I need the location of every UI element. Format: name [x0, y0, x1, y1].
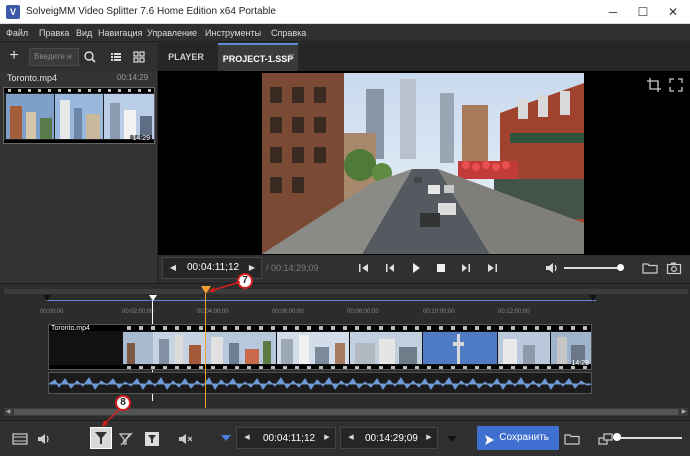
tick-label: 00:10:00;00: [423, 309, 455, 315]
app-logo-icon: V: [6, 5, 20, 19]
selection-end-next-button[interactable]: ▶: [421, 428, 437, 448]
track-file-name: Toronto.mp4: [51, 325, 90, 332]
time-prev-button[interactable]: ◀: [163, 258, 183, 278]
current-time-input[interactable]: 00:04:11;12: [187, 262, 239, 273]
timeline-panel: 00:00:00 00:02:00;00 00:04:00;00 00:06:0…: [0, 283, 690, 420]
menu-help[interactable]: Справка: [271, 28, 306, 38]
selection-end-box: ◀ 00:14:29;09 ▶: [340, 427, 438, 449]
mute-icon[interactable]: [176, 429, 196, 449]
close-button[interactable]: ✕: [658, 0, 688, 24]
callout-arrow-8: [102, 409, 120, 427]
stop-icon[interactable]: [433, 261, 449, 275]
file-thumbnail[interactable]: 14:29: [3, 87, 155, 144]
marker-dark-icon[interactable]: [442, 429, 462, 449]
video-track[interactable]: Toronto.mp4 14:29: [48, 324, 592, 370]
menu-control[interactable]: Управление: [147, 28, 197, 38]
tick-label: 00:02:00;00: [122, 309, 154, 315]
track-duration: 14:29: [571, 360, 589, 367]
callout-arrow-7: [208, 281, 241, 292]
selection-end-time[interactable]: 00:14:29;09: [365, 433, 418, 444]
audio-waveform-track[interactable]: [48, 372, 592, 394]
maximize-button[interactable]: ☐: [628, 0, 658, 24]
marker-blue-icon[interactable]: [216, 429, 236, 449]
scroll-left-button[interactable]: ◀: [4, 408, 12, 416]
selection-start-time[interactable]: 00:04:11;12: [263, 433, 315, 444]
range-start-marker[interactable]: [43, 295, 51, 301]
marker-cut-icon[interactable]: [116, 429, 136, 449]
zoom-slider-handle[interactable]: [613, 433, 621, 441]
go-to-end-icon[interactable]: [484, 261, 500, 275]
file-list-toolbar: + Введите н: [0, 43, 158, 71]
selection-start-next-button[interactable]: ▶: [319, 428, 335, 448]
timeline-overview-bar[interactable]: [4, 289, 688, 294]
tick-label: 00:12:00;00: [498, 309, 530, 315]
menu-navigation[interactable]: Навигация: [98, 28, 142, 38]
menu-bar: Файл Правка Вид Навигация Управление Инс…: [0, 24, 690, 42]
save-button[interactable]: Сохранить: [477, 426, 559, 450]
window-title: SolveigMM Video Splitter 7.6 Home Editio…: [26, 6, 276, 17]
add-file-button[interactable]: +: [4, 47, 24, 67]
selection-end-prev-button[interactable]: ◀: [343, 428, 359, 448]
selection-start-box: ◀ 00:04:11;12 ▶: [236, 427, 336, 449]
selection-start-prev-button[interactable]: ◀: [239, 428, 255, 448]
minimize-button[interactable]: ─: [598, 0, 628, 24]
tick-label: 00:06:00;00: [272, 309, 304, 315]
list-view-icon[interactable]: [107, 48, 125, 66]
title-bar: V SolveigMM Video Splitter 7.6 Home Edit…: [0, 0, 690, 24]
output-folder-icon[interactable]: [562, 429, 582, 449]
range-end-marker[interactable]: [589, 295, 597, 301]
menu-edit[interactable]: Правка: [39, 28, 69, 38]
grid-view-icon[interactable]: [130, 48, 148, 66]
play-icon[interactable]: [408, 261, 424, 275]
tick-label: 00:00:00: [40, 309, 64, 315]
save-icon: [483, 432, 495, 445]
file-duration: 00:14:29: [117, 73, 149, 82]
menu-tools[interactable]: Инструменты: [205, 28, 261, 38]
go-to-start-icon[interactable]: [356, 261, 372, 275]
file-name: Toronto.mp4: [7, 73, 58, 83]
folder-icon[interactable]: [642, 261, 658, 275]
tab-bar: PLAYER PROJECT-1.SSP ✕: [158, 43, 690, 71]
file-list-panel: Toronto.mp4 00:14:29 14:29: [0, 71, 158, 283]
cut-marker[interactable]: [149, 295, 157, 301]
volume-icon[interactable]: [544, 261, 560, 275]
tab-player[interactable]: PLAYER: [158, 43, 214, 71]
thumbnail-duration: 14:29: [130, 135, 152, 142]
tab-project-label: PROJECT-1.SSP: [222, 54, 294, 64]
search-icon[interactable]: [81, 48, 99, 66]
playhead-line: [205, 294, 206, 408]
filter-icon[interactable]: [90, 427, 112, 449]
previous-frame-icon[interactable]: [382, 261, 398, 275]
tick-label: 00:04:00;00: [197, 309, 229, 315]
save-button-label: Сохранить: [499, 432, 549, 443]
timeline-ruler[interactable]: 00:00:00 00:02:00;00 00:04:00;00 00:06:0…: [0, 300, 690, 316]
film-view-icon[interactable]: [10, 429, 30, 449]
volume-slider-fill: [564, 267, 620, 269]
tab-close-icon[interactable]: ✕: [288, 43, 295, 71]
video-preview[interactable]: [158, 71, 690, 255]
next-frame-icon[interactable]: [458, 261, 474, 275]
menu-view[interactable]: Вид: [76, 28, 92, 38]
tab-project[interactable]: PROJECT-1.SSP ✕: [218, 43, 298, 71]
scroll-right-button[interactable]: ▶: [680, 408, 688, 416]
search-input[interactable]: Введите н: [29, 48, 79, 66]
camera-icon[interactable]: [666, 261, 682, 275]
total-duration: / 00:14:29;09: [266, 263, 319, 273]
zoom-slider-track[interactable]: [616, 437, 682, 439]
volume-slider-handle[interactable]: [616, 264, 624, 271]
tick-label: 00:08:00;00: [347, 309, 379, 315]
fullscreen-icon[interactable]: [668, 77, 684, 93]
crop-icon[interactable]: [646, 77, 662, 93]
audio-volume-icon[interactable]: [34, 429, 54, 449]
marker-filled-icon[interactable]: [142, 429, 162, 449]
video-frame: [262, 73, 584, 254]
menu-file[interactable]: Файл: [6, 28, 28, 38]
